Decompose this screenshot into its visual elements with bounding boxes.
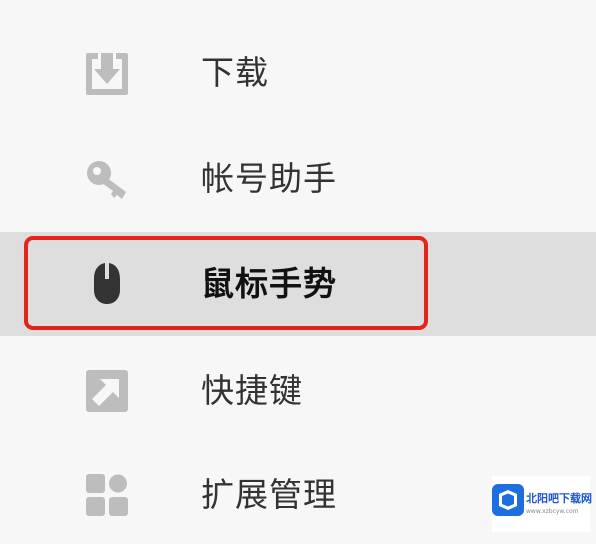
watermark-logo-icon	[492, 484, 524, 516]
settings-menu: 下载 帐号助手 鼠标手势 快捷键 扩展管理	[0, 0, 596, 540]
menu-item-download[interactable]: 下载	[0, 22, 596, 126]
menu-item-account-assistant[interactable]: 帐号助手	[0, 128, 596, 232]
watermark-subtitle: www.xzbcyw.com	[526, 508, 579, 515]
menu-item-shortcuts[interactable]: 快捷键	[0, 336, 596, 440]
watermark: 北阳吧下载网 www.xzbcyw.com	[492, 476, 592, 532]
extensions-grid-icon	[86, 474, 128, 516]
menu-item-label: 帐号助手	[201, 159, 337, 198]
watermark-title: 北阳吧下载网	[526, 492, 592, 505]
menu-item-label: 快捷键	[201, 371, 303, 410]
menu-item-mouse-gestures[interactable]: 鼠标手势	[0, 232, 596, 336]
download-icon	[86, 53, 128, 95]
menu-item-label: 下载	[201, 53, 269, 92]
menu-item-label: 鼠标手势	[201, 264, 337, 303]
menu-item-label: 扩展管理	[201, 475, 337, 514]
mouse-icon	[94, 263, 120, 304]
shortcut-arrow-icon	[86, 370, 128, 412]
key-icon	[87, 161, 126, 199]
